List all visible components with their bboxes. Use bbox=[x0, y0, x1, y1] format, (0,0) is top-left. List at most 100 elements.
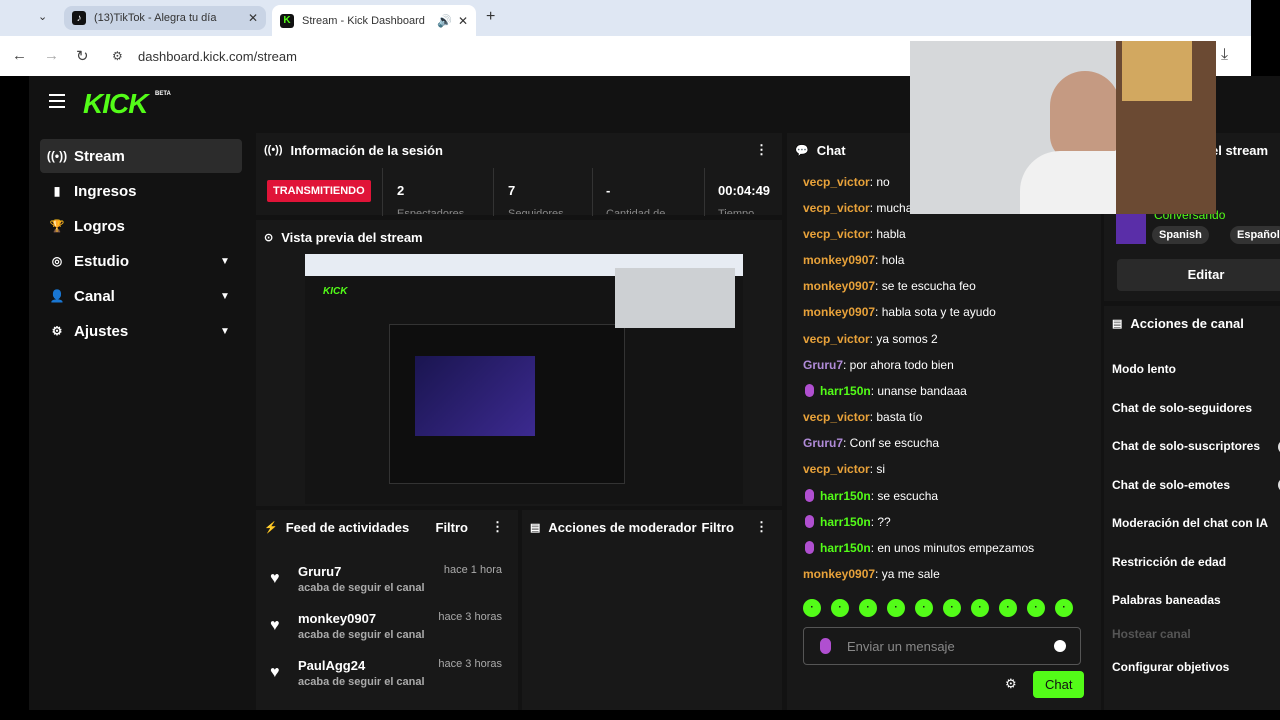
tiktok-favicon-icon: ♪ bbox=[72, 11, 86, 25]
mic-badge-icon bbox=[805, 515, 814, 528]
chat-message: harr150n: en unos minutos empezamos bbox=[803, 541, 1034, 555]
chat-message: harr150n: ?? bbox=[803, 515, 891, 529]
chat-user[interactable]: vecp_victor bbox=[803, 410, 870, 424]
modactions-filter-button[interactable]: Filtro bbox=[702, 520, 735, 535]
send-chat-button[interactable]: Chat bbox=[1033, 671, 1085, 698]
chat-user[interactable]: Gruru7 bbox=[803, 436, 843, 450]
emote-icon[interactable]: · bbox=[1055, 599, 1073, 617]
heart-icon: ♥ bbox=[270, 570, 280, 587]
chat-text: : no bbox=[869, 175, 890, 189]
site-info-icon[interactable]: ⚙ bbox=[112, 49, 123, 63]
emote-icon[interactable]: · bbox=[915, 599, 933, 617]
chat-user[interactable]: monkey0907 bbox=[803, 567, 875, 581]
chat-user[interactable]: monkey0907 bbox=[803, 279, 875, 293]
chat-user[interactable]: harr150n bbox=[820, 541, 871, 555]
more-options-icon[interactable]: ⋮ bbox=[491, 519, 504, 535]
kick-logo[interactable]: KICK bbox=[83, 88, 148, 120]
chat-text: : ya somos 2 bbox=[869, 332, 938, 346]
activity-item: ♥ Gruru7 acaba de seguir el canal hace 1… bbox=[256, 560, 516, 606]
activity-desc: acaba de seguir el canal bbox=[298, 582, 425, 594]
action-subscribers-only[interactable]: Chat de solo-suscriptores bbox=[1112, 439, 1260, 453]
modactions-title: Acciones de moderador bbox=[548, 519, 697, 535]
stream-preview-video[interactable]: KICK bbox=[305, 254, 743, 504]
more-options-icon[interactable]: ⋮ bbox=[755, 519, 768, 535]
mic-badge-icon bbox=[805, 489, 814, 502]
chat-user[interactable]: vecp_victor bbox=[803, 462, 870, 476]
chat-message-input[interactable]: Enviar un mensaje bbox=[803, 627, 1081, 665]
back-icon[interactable]: ← bbox=[12, 47, 27, 64]
session-title: Información de la sesión bbox=[290, 142, 443, 158]
chat-message: harr150n: se escucha bbox=[803, 489, 938, 503]
chat-user[interactable]: harr150n bbox=[820, 489, 871, 503]
chat-user[interactable]: vecp_victor bbox=[803, 332, 870, 346]
sidebar-item-logros[interactable]: 🏆 Logros bbox=[40, 209, 242, 243]
live-badge: TRANSMITIENDO bbox=[267, 180, 371, 202]
sidebar-item-label: Logros bbox=[74, 217, 125, 235]
sidebar-item-label: Ingresos bbox=[74, 182, 137, 200]
chat-message: monkey0907: ya me sale bbox=[803, 567, 940, 581]
channel-actions-title: Acciones de canal bbox=[1130, 315, 1244, 331]
more-options-icon[interactable]: ⋮ bbox=[755, 142, 768, 158]
sidebar-item-stream[interactable]: ((•)) Stream bbox=[40, 139, 242, 173]
chat-message: monkey0907: se te escucha feo bbox=[803, 279, 976, 293]
activity-user[interactable]: Gruru7 bbox=[298, 564, 341, 579]
chat-user[interactable]: harr150n bbox=[820, 515, 871, 529]
edit-button[interactable]: Editar bbox=[1117, 259, 1280, 291]
forward-icon[interactable]: → bbox=[44, 47, 59, 64]
new-tab-button[interactable]: + bbox=[486, 8, 495, 26]
divider bbox=[382, 168, 383, 216]
trophy-icon: 🏆 bbox=[49, 219, 65, 233]
tab-tiktok[interactable]: ♪ (13)TikTok - Alegra tu día ✕ bbox=[64, 6, 266, 30]
menu-icon[interactable] bbox=[49, 94, 65, 108]
activity-time: hace 3 horas bbox=[438, 658, 502, 670]
emote-icon[interactable]: · bbox=[859, 599, 877, 617]
action-age-restriction[interactable]: Restricción de edad bbox=[1112, 555, 1226, 569]
sidebar-item-estudio[interactable]: ◎ Estudio ▼ bbox=[40, 244, 242, 278]
url-field[interactable]: dashboard.kick.com/stream bbox=[138, 49, 297, 64]
close-tab-icon[interactable]: ✕ bbox=[458, 14, 468, 28]
speaker-icon[interactable]: 🔊 bbox=[437, 14, 452, 28]
chat-user[interactable]: monkey0907 bbox=[803, 253, 875, 267]
chat-settings-icon[interactable]: ⚙ bbox=[1005, 676, 1017, 692]
emote-icon[interactable]: · bbox=[803, 599, 821, 617]
emote-icon[interactable]: · bbox=[971, 599, 989, 617]
chat-user[interactable]: Gruru7 bbox=[803, 358, 843, 372]
chat-user[interactable]: vecp_victor bbox=[803, 201, 870, 215]
reload-icon[interactable]: ↻ bbox=[76, 47, 89, 65]
activity-user[interactable]: monkey0907 bbox=[298, 611, 376, 626]
emote-bar: · · · · · · · · · · bbox=[803, 599, 1073, 617]
chat-user[interactable]: monkey0907 bbox=[803, 305, 875, 319]
action-set-goals[interactable]: Configurar objetivos bbox=[1112, 660, 1229, 674]
action-followers-only[interactable]: Chat de solo-seguidores bbox=[1112, 401, 1252, 415]
chat-user[interactable]: harr150n bbox=[820, 384, 871, 398]
emoji-picker-icon[interactable] bbox=[1054, 640, 1066, 652]
emote-icon[interactable]: · bbox=[999, 599, 1017, 617]
emote-icon[interactable]: · bbox=[831, 599, 849, 617]
chat-message: vecp_victor: habla bbox=[803, 227, 906, 241]
download-icon[interactable]: ⤓ bbox=[1221, 46, 1228, 64]
feed-filter-button[interactable]: Filtro bbox=[436, 520, 469, 535]
action-emotes-only[interactable]: Chat de solo-emotes bbox=[1112, 478, 1230, 492]
tab-list-chevron-icon[interactable]: ⌄ bbox=[38, 10, 47, 23]
tab-kick[interactable]: K Stream - Kick Dashboard 🔊 ✕ bbox=[272, 5, 476, 36]
emote-icon[interactable]: · bbox=[943, 599, 961, 617]
action-slow-mode[interactable]: Modo lento bbox=[1112, 362, 1176, 376]
chat-user[interactable]: vecp_victor bbox=[803, 175, 870, 189]
gear-icon: ⚙ bbox=[51, 324, 63, 338]
sidebar-item-canal[interactable]: 👤 Canal ▼ bbox=[40, 279, 242, 313]
activity-item: ♥ monkey0907 acaba de seguir el canal ha… bbox=[256, 607, 516, 653]
sidebar-item-ajustes[interactable]: ⚙ Ajustes ▼ bbox=[40, 314, 242, 348]
chat-user[interactable]: vecp_victor bbox=[803, 227, 870, 241]
tag-spanish[interactable]: Spanish bbox=[1152, 226, 1209, 244]
sidebar-item-ingresos[interactable]: ▮ Ingresos bbox=[40, 174, 242, 208]
close-tab-icon[interactable]: ✕ bbox=[248, 11, 258, 25]
action-ai-moderation[interactable]: Moderación del chat con IA bbox=[1112, 516, 1268, 530]
tag-espanol[interactable]: Español bbox=[1230, 226, 1280, 244]
chat-message: harr150n: unanse bandaaa bbox=[803, 384, 967, 398]
chat-text: : si bbox=[869, 462, 886, 476]
activity-user[interactable]: PaulAgg24 bbox=[298, 658, 365, 673]
action-banned-words[interactable]: Palabras baneadas bbox=[1112, 593, 1221, 607]
emote-icon[interactable]: · bbox=[887, 599, 905, 617]
webcam-overlay bbox=[910, 41, 1216, 214]
emote-icon[interactable]: · bbox=[1027, 599, 1045, 617]
